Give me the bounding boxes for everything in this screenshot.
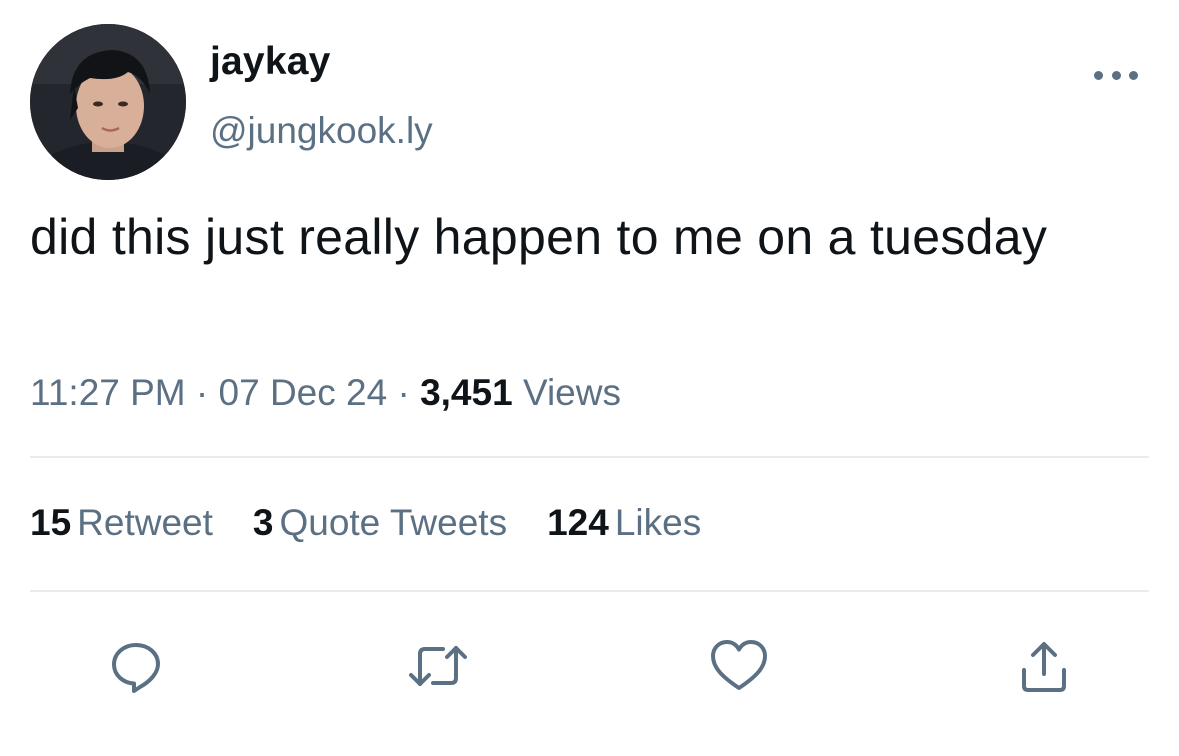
retweet-button[interactable]	[406, 634, 470, 698]
retweet-count: 15	[30, 502, 72, 543]
share-icon	[1022, 642, 1066, 692]
engagement-stats: 15 Retweet 3 Quote Tweets 124 Likes	[30, 502, 741, 544]
quote-stat[interactable]: 3 Quote Tweets	[253, 502, 507, 544]
likes-label: Likes	[614, 502, 702, 543]
divider	[30, 456, 1149, 458]
retweet-label: Retweet	[77, 502, 213, 543]
display-name[interactable]: jaykay	[210, 40, 331, 84]
views-count: 3,451	[420, 372, 513, 413]
tweet-time[interactable]: 11:27 PM	[30, 372, 186, 413]
views-label: Views	[522, 372, 621, 413]
more-options-icon[interactable]	[1094, 60, 1138, 90]
divider	[30, 590, 1149, 592]
reply-icon	[112, 643, 160, 693]
tweet-meta: 11:27 PM · 07 Dec 24 · 3,451 Views	[30, 372, 621, 414]
quote-label: Quote Tweets	[279, 502, 508, 543]
retweet-icon	[409, 646, 467, 686]
share-button[interactable]	[1012, 634, 1076, 698]
tweet-text: did this just really happen to me on a t…	[30, 209, 1048, 265]
likes-stat[interactable]: 124 Likes	[547, 502, 701, 544]
reply-button[interactable]	[104, 634, 168, 698]
tweet-detail: jaykay @jungkook.ly did this just really…	[0, 0, 1179, 756]
meta-separator: ·	[397, 372, 410, 413]
avatar-photo-icon	[30, 24, 186, 180]
tweet-date[interactable]: 07 Dec 24	[219, 372, 388, 413]
likes-count: 124	[547, 502, 609, 543]
like-icon	[711, 640, 767, 690]
user-handle[interactable]: @jungkook.ly	[210, 110, 433, 152]
meta-separator: ·	[195, 372, 209, 413]
like-button[interactable]	[707, 634, 771, 698]
retweet-stat[interactable]: 15 Retweet	[30, 502, 213, 544]
quote-count: 3	[252, 502, 274, 543]
avatar[interactable]	[30, 24, 186, 180]
